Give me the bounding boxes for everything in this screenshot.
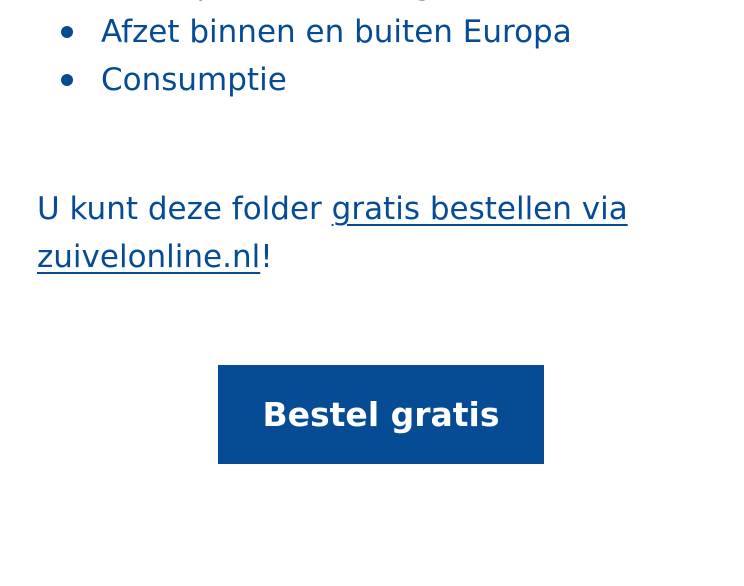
list-item-label: Consumptie [101,62,287,98]
promo-prefix: U kunt deze folder [37,191,332,227]
promo-paragraph: U kunt deze folder gratis bestellen via … [37,185,677,281]
order-free-button[interactable]: Bestel gratis [218,365,544,464]
list-item-label: Zuivelproductie en -gebruik [101,0,530,8]
order-free-button-label: Bestel gratis [262,395,500,434]
bullet-icon [61,74,73,86]
list-item-label: Afzet binnen en buiten Europa [101,14,572,50]
page: Zuivelproductie en -gebruik Afzet binnen… [0,0,744,586]
bullet-icon [61,26,73,38]
promo-suffix: ! [260,239,273,275]
